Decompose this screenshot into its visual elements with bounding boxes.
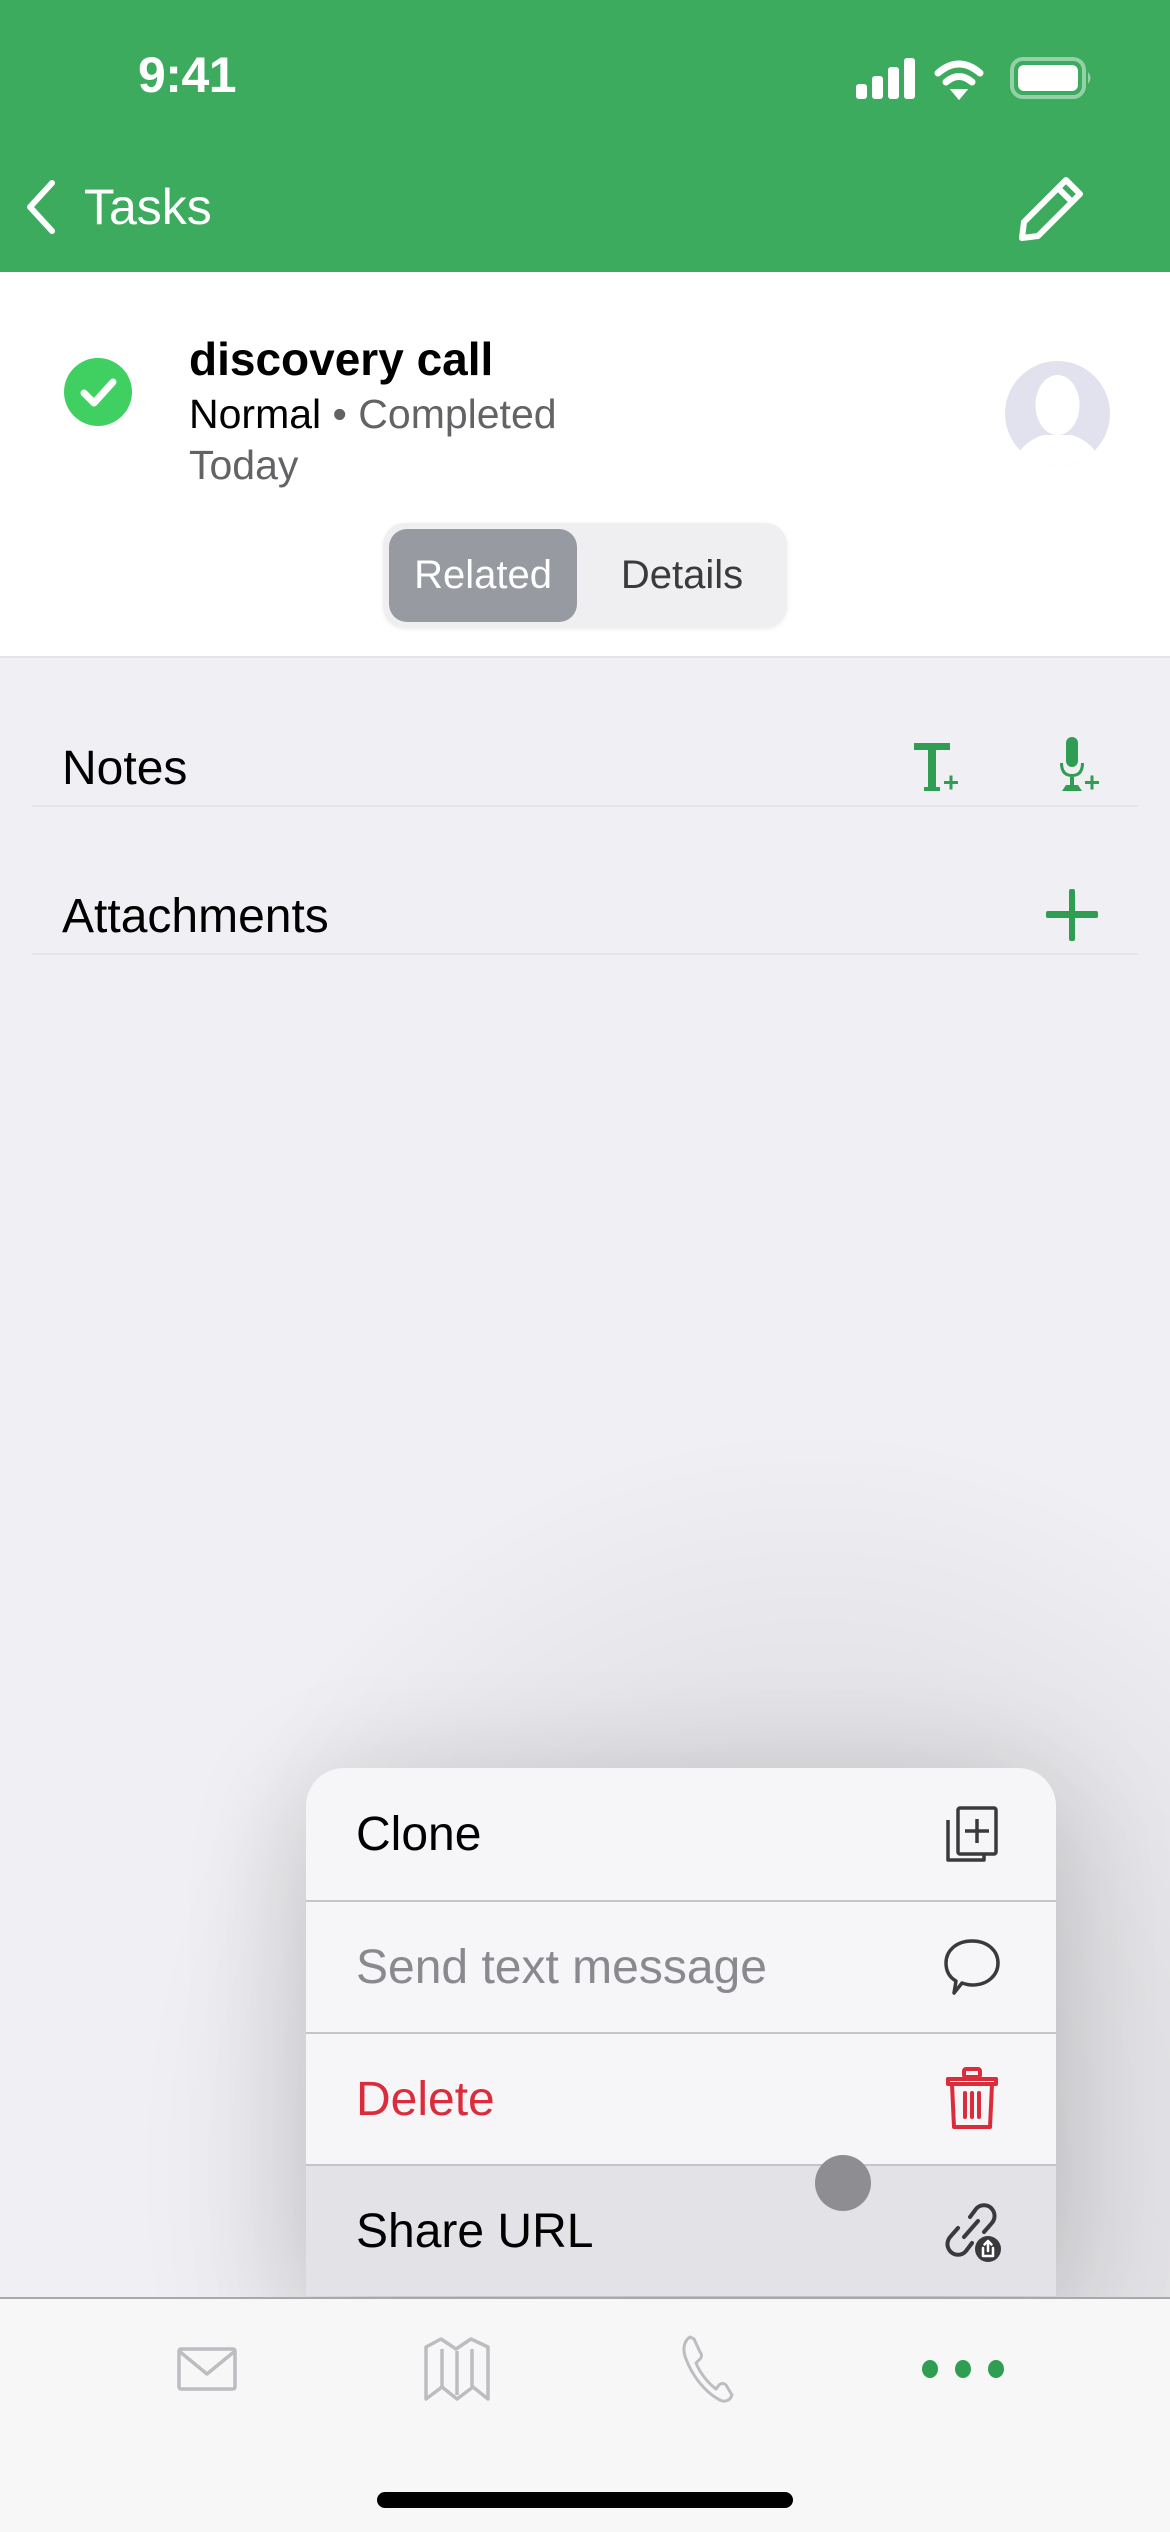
more-icon	[922, 2360, 1004, 2378]
menu-item-share-url[interactable]: Share URL	[306, 2164, 1056, 2296]
menu-item-delete[interactable]: Delete	[306, 2032, 1056, 2164]
tab-related[interactable]: Related	[389, 529, 577, 622]
home-indicator[interactable]	[377, 2492, 793, 2508]
context-menu: Clone Send text message Delete Share URL	[306, 1768, 1056, 2296]
menu-item-label: Delete	[356, 2072, 495, 2126]
attachments-section[interactable]: Attachments	[32, 807, 1138, 955]
task-status: Completed	[358, 391, 557, 437]
tab-mail[interactable]	[147, 2329, 267, 2409]
task-title: discovery call	[189, 333, 494, 385]
add-text-note-icon[interactable]	[908, 737, 968, 797]
status-icons	[856, 57, 1091, 101]
clone-icon	[946, 1806, 998, 1862]
segmented-control: Related Details	[383, 523, 787, 628]
notes-section[interactable]: Notes	[32, 659, 1138, 807]
task-meta: Normal • Completed	[189, 391, 557, 438]
tab-phone[interactable]	[648, 2329, 768, 2409]
speech-bubble-icon	[944, 1939, 1000, 1995]
signal-icon	[856, 58, 915, 99]
share-link-icon	[945, 2203, 1001, 2262]
chevron-left-icon	[27, 180, 55, 234]
tab-more[interactable]	[903, 2329, 1023, 2409]
menu-item-clone[interactable]: Clone	[306, 1768, 1056, 1900]
back-button[interactable]: Tasks	[20, 172, 212, 242]
phone-icon	[682, 2335, 734, 2403]
tab-map[interactable]	[398, 2329, 518, 2409]
check-circle-icon[interactable]	[64, 358, 132, 426]
wifi-icon	[934, 60, 984, 101]
add-voice-note-icon[interactable]	[1048, 733, 1108, 797]
menu-item-label: Clone	[356, 1807, 482, 1861]
task-date: Today	[189, 442, 299, 488]
status-time: 9:41	[138, 47, 237, 103]
menu-item-label: Share URL	[356, 2204, 594, 2258]
pencil-icon[interactable]	[1012, 168, 1092, 248]
back-label: Tasks	[84, 179, 212, 235]
touch-indicator	[815, 2155, 871, 2211]
menu-item-send-text-message[interactable]: Send text message	[306, 1900, 1056, 2032]
person-placeholder-icon	[1013, 375, 1102, 466]
task-priority: Normal	[189, 391, 322, 437]
map-icon	[424, 2337, 490, 2401]
mail-icon	[177, 2347, 237, 2391]
attachments-label: Attachments	[62, 890, 329, 943]
notes-label: Notes	[62, 742, 188, 795]
trash-icon	[946, 2067, 998, 2129]
avatar[interactable]	[1005, 361, 1110, 466]
battery-icon	[1010, 57, 1091, 99]
meta-separator: •	[321, 391, 359, 437]
plus-icon[interactable]	[1044, 887, 1100, 943]
menu-item-label: Send text message	[356, 1940, 767, 1994]
tab-details[interactable]: Details	[583, 529, 781, 622]
